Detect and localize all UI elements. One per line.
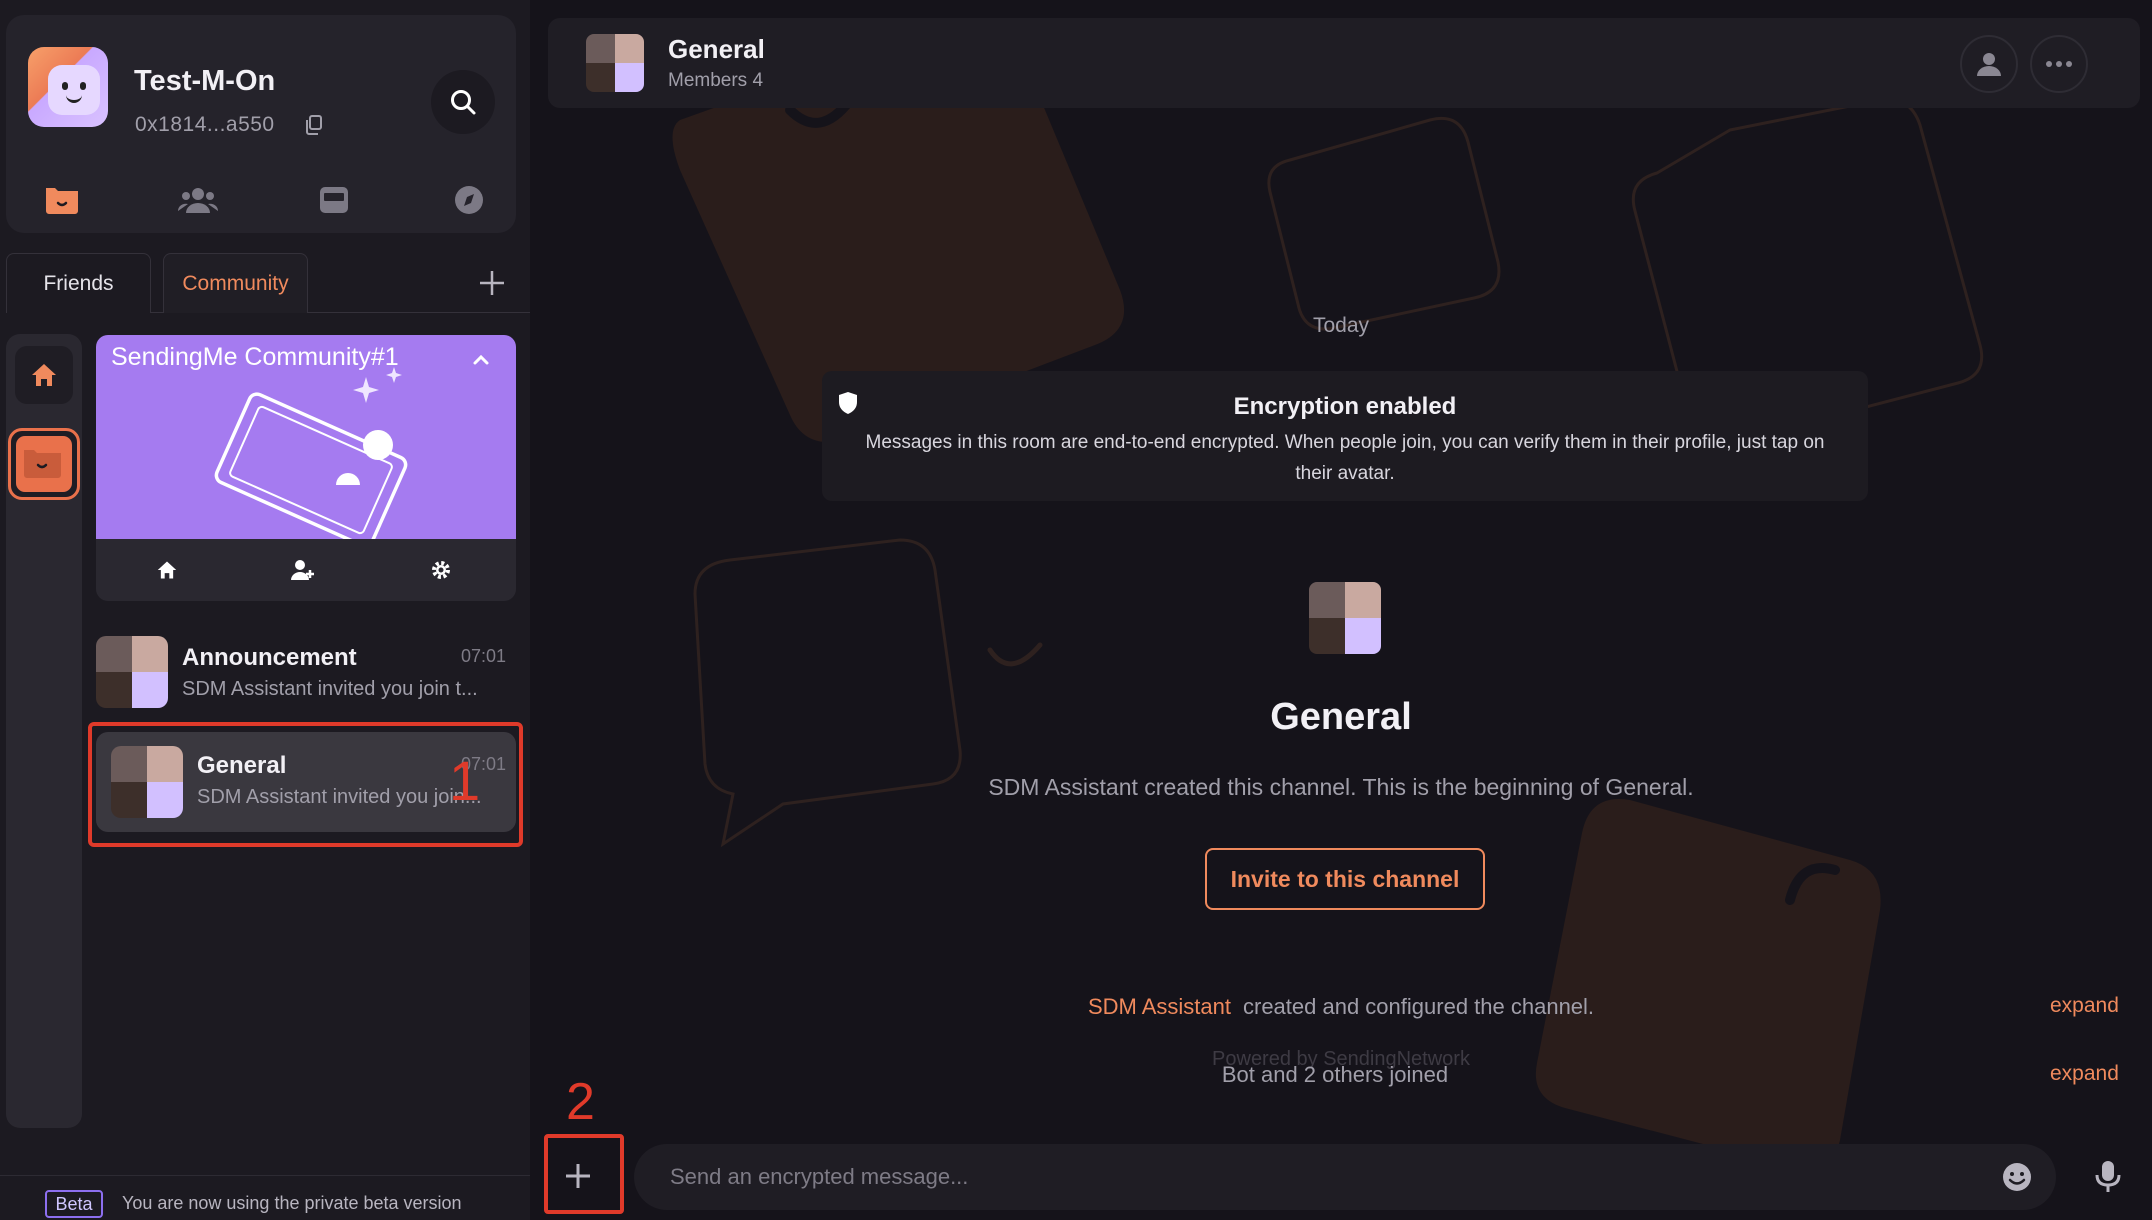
search-icon [451,90,476,115]
encryption-title: Encryption enabled [1233,393,1457,420]
inbox-icon [320,187,348,213]
room-last-message: SDM Assistant invited you join t... [182,678,478,700]
room-avatar [96,636,168,708]
room-avatar[interactable] [586,34,644,92]
annotation-box-2 [544,1134,624,1214]
channel-title: General [1270,696,1412,738]
profile-card: Test-M-On 0x1814...a550 [6,15,516,233]
beta-text: You are now using the private beta versi… [122,1193,462,1213]
username: Test-M-On [134,65,276,97]
event-actor-link[interactable]: SDM Assistant [1088,994,1231,1019]
room-title: General [668,34,765,64]
community-logo-icon [24,450,61,478]
plus-icon[interactable] [476,267,508,299]
more-options-button[interactable] [2030,35,2088,93]
wallet-address: 0x1814...a550 [135,113,275,136]
event-text: created and configured the channel. [1243,994,1595,1019]
community-card: SendingMe Community#1 [96,335,516,601]
community-toolbar [96,539,516,601]
user-icon [1977,53,2001,76]
expand-link-created[interactable]: expand [2050,994,2119,1018]
chat-icon [46,188,78,214]
main-nav [6,175,516,225]
gear-icon [432,561,450,579]
community-rail [6,334,82,1128]
room-name: Announcement [182,644,357,671]
tab-community[interactable]: Community [163,253,308,313]
community-add-member-button[interactable] [288,555,318,585]
compass-icon [455,186,483,214]
beta-badge: Beta [45,1190,103,1218]
channel-avatar [1309,582,1381,654]
people-icon [178,188,218,213]
home-icon [32,364,56,386]
rail-home-button[interactable] [15,346,73,404]
more-icon [2046,61,2072,67]
message-input[interactable] [634,1144,1974,1210]
rail-community-button[interactable] [8,428,80,500]
community-settings-button[interactable] [426,555,456,585]
community-home-button[interactable] [152,555,182,585]
search-button[interactable] [431,70,495,134]
nav-explore[interactable] [444,175,494,225]
event-members-joined: Bot and 2 others joined [1221,1062,1449,1087]
member-count[interactable]: Members 4 [668,70,763,92]
message-composer [634,1144,2056,1210]
date-divider: Today [1312,314,1370,337]
app-window: Test-M-On 0x1814...a550 Friends Communit… [0,0,2152,1220]
mic-icon[interactable] [2094,1160,2122,1194]
expand-link-joined[interactable]: expand [2050,1062,2119,1086]
room-time: 07:01 [460,646,506,666]
emoji-icon[interactable] [2002,1162,2032,1192]
annotation-label-2: 2 [566,1073,595,1131]
home-icon [157,561,177,579]
nav-chats[interactable] [37,175,87,225]
user-avatar[interactable] [28,47,108,127]
add-member-icon [291,560,314,580]
nav-contacts[interactable] [173,175,223,225]
invite-button[interactable]: Invite to this channel [1205,848,1485,910]
community-banner: SendingMe Community#1 [96,335,516,539]
annotation-label-1: 1 [449,749,481,812]
members-button[interactable] [1960,35,2018,93]
event-channel-created: SDM Assistant created and configured the … [530,994,2152,1020]
encryption-notice: Encryption enabled Messages in this room… [822,371,1868,501]
sidebar-tabs: Friends Community [6,253,530,313]
encryption-body: Messages in this room are end-to-end enc… [865,432,1825,484]
nav-inbox[interactable] [309,175,359,225]
channel-description: SDM Assistant created this channel. This… [988,774,1694,800]
chat-panel: General Members 4 Today Encryption enabl… [530,0,2152,1220]
room-item-announcement[interactable]: Announcement 07:01 SDM Assistant invited… [96,630,516,710]
community-title: SendingMe Community#1 [111,343,399,371]
sidebar: Test-M-On 0x1814...a550 Friends Communit… [0,0,530,1220]
chevron-up-icon[interactable] [470,349,492,371]
copy-icon[interactable] [305,115,323,135]
tab-friends[interactable]: Friends [6,253,151,313]
beta-notice: Beta You are now using the private beta … [0,1175,530,1220]
chat-header: General Members 4 [548,18,2140,108]
